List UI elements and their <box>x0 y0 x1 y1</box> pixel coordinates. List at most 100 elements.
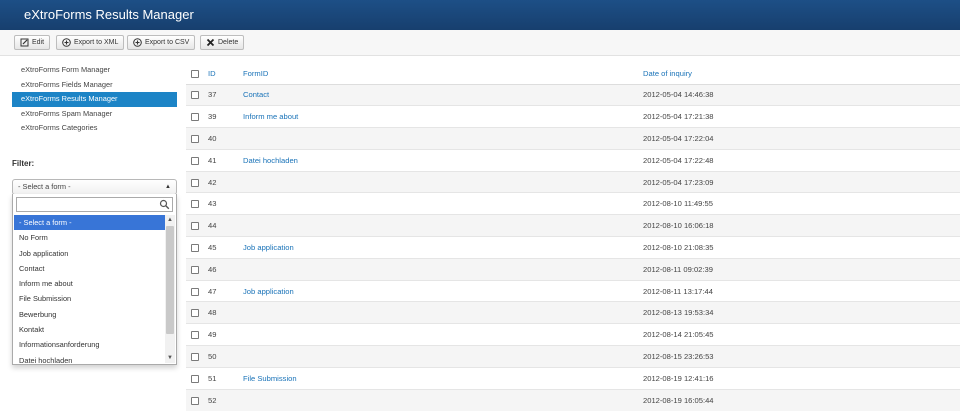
triangle-down-icon: ▲ <box>165 184 171 190</box>
export-csv-button[interactable]: Export to CSV <box>127 35 196 50</box>
table-row: 43 2012-08-10 11:49:55 <box>186 192 960 215</box>
table-row: 47 Job application 2012-08-11 13:17:44 <box>186 279 960 302</box>
row-checkbox[interactable] <box>191 331 199 340</box>
dropdown-options: - Select a form - No Form Job applicatio… <box>14 215 165 363</box>
sidebar-item-fields-manager[interactable]: eXtroForms Fields Manager <box>12 78 177 93</box>
cell-form-link[interactable] <box>243 388 643 411</box>
select-all-checkbox[interactable] <box>191 69 199 78</box>
column-header-formid[interactable]: FormID <box>243 63 643 85</box>
sidebar-item-spam-manager[interactable]: eXtroForms Spam Manager <box>12 107 177 122</box>
export-csv-label: Export to CSV <box>145 39 190 46</box>
dropdown-option[interactable]: Informationsanforderung <box>14 337 165 352</box>
cell-date: 2012-08-13 19:53:34 <box>643 301 960 324</box>
cell-form-link[interactable] <box>243 301 643 324</box>
cell-id: 40 <box>208 127 243 150</box>
cell-form-link[interactable] <box>243 192 643 215</box>
row-checkbox[interactable] <box>191 113 199 122</box>
cell-date: 2012-05-04 17:23:09 <box>643 170 960 193</box>
cell-date: 2012-08-19 12:41:16 <box>643 366 960 390</box>
table-row: 48 2012-08-13 19:53:34 <box>186 301 960 324</box>
edit-button-label: Edit <box>32 39 45 46</box>
table-row: 40 2012-05-04 17:22:04 <box>186 127 960 150</box>
cell-id: 48 <box>208 301 243 324</box>
row-checkbox[interactable] <box>191 374 199 383</box>
cell-form-link[interactable] <box>243 127 643 150</box>
cell-form-link[interactable]: Job application <box>243 279 643 302</box>
cell-date: 2012-05-04 17:21:38 <box>643 105 960 128</box>
cell-form-link[interactable] <box>243 170 643 193</box>
sidebar-item-results-manager[interactable]: eXtroForms Results Manager <box>12 92 177 107</box>
cell-form-link[interactable] <box>243 345 643 368</box>
scrollbar-thumb[interactable] <box>166 226 174 334</box>
dropdown-option[interactable]: - Select a form - <box>14 215 165 231</box>
cell-id: 45 <box>208 236 243 259</box>
cell-id: 50 <box>208 345 243 368</box>
row-checkbox[interactable] <box>191 352 199 361</box>
dropdown-option[interactable]: Kontakt <box>14 322 165 337</box>
dropdown-option[interactable]: Job application <box>14 246 165 261</box>
filter-label: Filter: <box>12 159 35 168</box>
row-checkbox[interactable] <box>191 287 199 296</box>
cell-form-link[interactable] <box>243 257 643 281</box>
app-header: eXtroForms Results Manager <box>0 0 960 30</box>
dropdown-option[interactable]: Contact <box>14 261 165 276</box>
app-title: eXtroForms Results Manager <box>24 7 194 22</box>
cell-date: 2012-05-04 17:22:48 <box>643 148 960 172</box>
cell-date: 2012-05-04 14:46:38 <box>643 83 960 106</box>
cell-form-link[interactable]: Job application <box>243 236 643 259</box>
cell-date: 2012-08-14 21:05:45 <box>643 323 960 346</box>
cell-id: 51 <box>208 366 243 390</box>
row-checkbox[interactable] <box>191 396 199 405</box>
table-row: 52 2012-08-19 16:05:44 <box>186 388 960 411</box>
row-checkbox[interactable] <box>191 265 199 274</box>
sidebar-item-form-manager[interactable]: eXtroForms Form Manager <box>12 63 177 78</box>
sidebar-item-categories[interactable]: eXtroForms Categories <box>12 121 177 136</box>
cell-form-link[interactable]: Inform me about <box>243 105 643 128</box>
sidebar-nav: eXtroForms Form Manager eXtroForms Field… <box>12 63 177 136</box>
row-checkbox[interactable] <box>191 156 199 165</box>
toolbar: Edit Export to XML Export to CSV Delete <box>0 30 960 56</box>
dropdown-option[interactable]: No Form <box>14 230 165 245</box>
form-select-dropdown: - Select a form - No Form Job applicatio… <box>12 194 177 365</box>
cell-form-link[interactable] <box>243 323 643 346</box>
row-checkbox[interactable] <box>191 222 199 231</box>
results-table: ID FormID Date of inquiry 37 Contact 201… <box>186 63 960 411</box>
row-checkbox[interactable] <box>191 200 199 209</box>
cell-date: 2012-08-10 16:06:18 <box>643 214 960 237</box>
dropdown-option[interactable]: Datei hochladen <box>14 353 165 363</box>
cell-id: 37 <box>208 83 243 106</box>
cell-form-link[interactable]: File Submission <box>243 366 643 390</box>
row-checkbox[interactable] <box>191 243 199 252</box>
dropdown-scrollbar[interactable]: ▲ ▼ <box>165 215 175 363</box>
dropdown-search-input[interactable] <box>17 198 157 211</box>
cell-form-link[interactable]: Contact <box>243 83 643 106</box>
table-row: 37 Contact 2012-05-04 14:46:38 <box>186 83 960 106</box>
scroll-down-arrow-icon[interactable]: ▼ <box>165 353 175 363</box>
row-checkbox[interactable] <box>191 91 199 100</box>
table-row: 42 2012-05-04 17:23:09 <box>186 170 960 193</box>
cell-id: 47 <box>208 279 243 302</box>
cell-date: 2012-05-04 17:22:04 <box>643 127 960 150</box>
edit-button[interactable]: Edit <box>14 35 51 50</box>
export-xml-button[interactable]: Export to XML <box>56 35 125 50</box>
column-header-date[interactable]: Date of inquiry <box>643 63 960 85</box>
cell-form-link[interactable]: Datei hochladen <box>243 148 643 172</box>
cell-id: 42 <box>208 170 243 193</box>
row-checkbox[interactable] <box>191 309 199 318</box>
table-row: 50 2012-08-15 23:26:53 <box>186 345 960 368</box>
plus-circle-icon <box>133 38 142 47</box>
scroll-up-arrow-icon[interactable]: ▲ <box>165 215 175 225</box>
cell-id: 39 <box>208 105 243 128</box>
table-row: 44 2012-08-10 16:06:18 <box>186 214 960 237</box>
dropdown-option[interactable]: Inform me about <box>14 276 165 291</box>
dropdown-option[interactable]: File Submission <box>14 291 165 306</box>
delete-button[interactable]: Delete <box>200 35 245 50</box>
table-row: 41 Datei hochladen 2012-05-04 17:22:48 <box>186 148 960 172</box>
dropdown-option[interactable]: Bewerbung <box>14 307 165 322</box>
form-select[interactable]: - Select a form - ▲ <box>12 179 177 195</box>
column-header-id[interactable]: ID <box>208 63 243 85</box>
row-checkbox[interactable] <box>191 178 199 187</box>
row-checkbox[interactable] <box>191 134 199 143</box>
table-row: 46 2012-08-11 09:02:39 <box>186 257 960 281</box>
cell-form-link[interactable] <box>243 214 643 237</box>
